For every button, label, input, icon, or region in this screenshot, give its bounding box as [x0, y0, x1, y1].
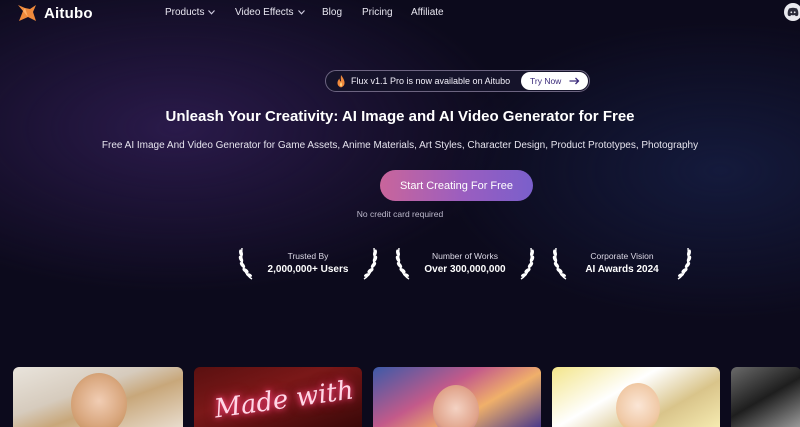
portrait-face	[71, 373, 127, 427]
nav-affiliate-label: Affiliate	[411, 7, 444, 18]
nav-blog[interactable]: Blog	[322, 7, 342, 18]
no-credit-note: No credit card required	[356, 209, 444, 219]
brand-name: Aitubo	[44, 4, 93, 22]
gallery-image-monochrome[interactable]	[731, 367, 800, 427]
discord-button[interactable]	[784, 3, 800, 21]
portrait-face	[433, 385, 479, 427]
announcement-text: Flux v1.1 Pro is now available on Aitubo	[351, 76, 511, 86]
nav-video-effects[interactable]: Video Effects	[235, 7, 305, 18]
stat-trusted-by: Trusted By 2,000,000+ Users	[238, 244, 378, 284]
gallery-image-anime-flowers[interactable]	[552, 367, 720, 427]
gallery-image-colorful-portrait[interactable]	[373, 367, 541, 427]
announcement-banner[interactable]: Flux v1.1 Pro is now available on Aitubo…	[325, 70, 590, 92]
stat-label: Number of Works	[432, 251, 498, 261]
stat-label: Corporate Vision	[590, 251, 654, 261]
top-navbar: Aitubo Products Video Effects Blog Prici…	[0, 0, 800, 27]
nav-pricing[interactable]: Pricing	[362, 7, 393, 18]
stat-corporate-vision: Corporate Vision AI Awards 2024	[552, 244, 692, 284]
laurel-icon	[363, 247, 378, 280]
brand-logo[interactable]: Aitubo	[16, 3, 93, 23]
nav-blog-label: Blog	[322, 7, 343, 18]
stat-value: AI Awards 2024	[585, 264, 659, 275]
gallery-image-neon-sign[interactable]: Made with	[194, 367, 362, 427]
stat-value: Over 300,000,000	[424, 264, 506, 275]
nav-products-label: Products	[165, 7, 205, 18]
discord-icon	[787, 7, 799, 17]
neon-sign-text: Made with	[212, 375, 356, 425]
start-creating-button[interactable]: Start Creating For Free	[380, 170, 533, 201]
hero-subline: Free AI Image And Video Generator for Ga…	[101, 140, 699, 151]
chevron-down-icon	[208, 10, 216, 15]
try-now-label: Try Now	[530, 76, 562, 86]
nav-products[interactable]: Products	[165, 7, 216, 18]
fox-logo-icon	[18, 5, 36, 21]
portrait-face	[616, 383, 660, 427]
nav-pricing-label: Pricing	[362, 7, 393, 18]
try-now-button[interactable]: Try Now	[521, 72, 588, 90]
hero-headline: Unleash Your Creativity: AI Image and AI…	[165, 108, 635, 125]
chevron-down-icon	[297, 10, 305, 15]
flame-icon	[337, 75, 345, 88]
stat-label: Trusted By	[287, 251, 329, 261]
laurel-icon	[520, 247, 535, 280]
arrow-right-icon	[569, 77, 580, 85]
gallery-image-portrait[interactable]	[13, 367, 183, 427]
stat-value: 2,000,000+ Users	[267, 264, 349, 275]
stat-number-of-works: Number of Works Over 300,000,000	[395, 244, 535, 284]
nav-affiliate[interactable]: Affiliate	[411, 7, 444, 18]
nav-video-effects-label: Video Effects	[235, 7, 294, 18]
laurel-icon	[677, 247, 692, 280]
start-creating-label: Start Creating For Free	[399, 179, 514, 192]
